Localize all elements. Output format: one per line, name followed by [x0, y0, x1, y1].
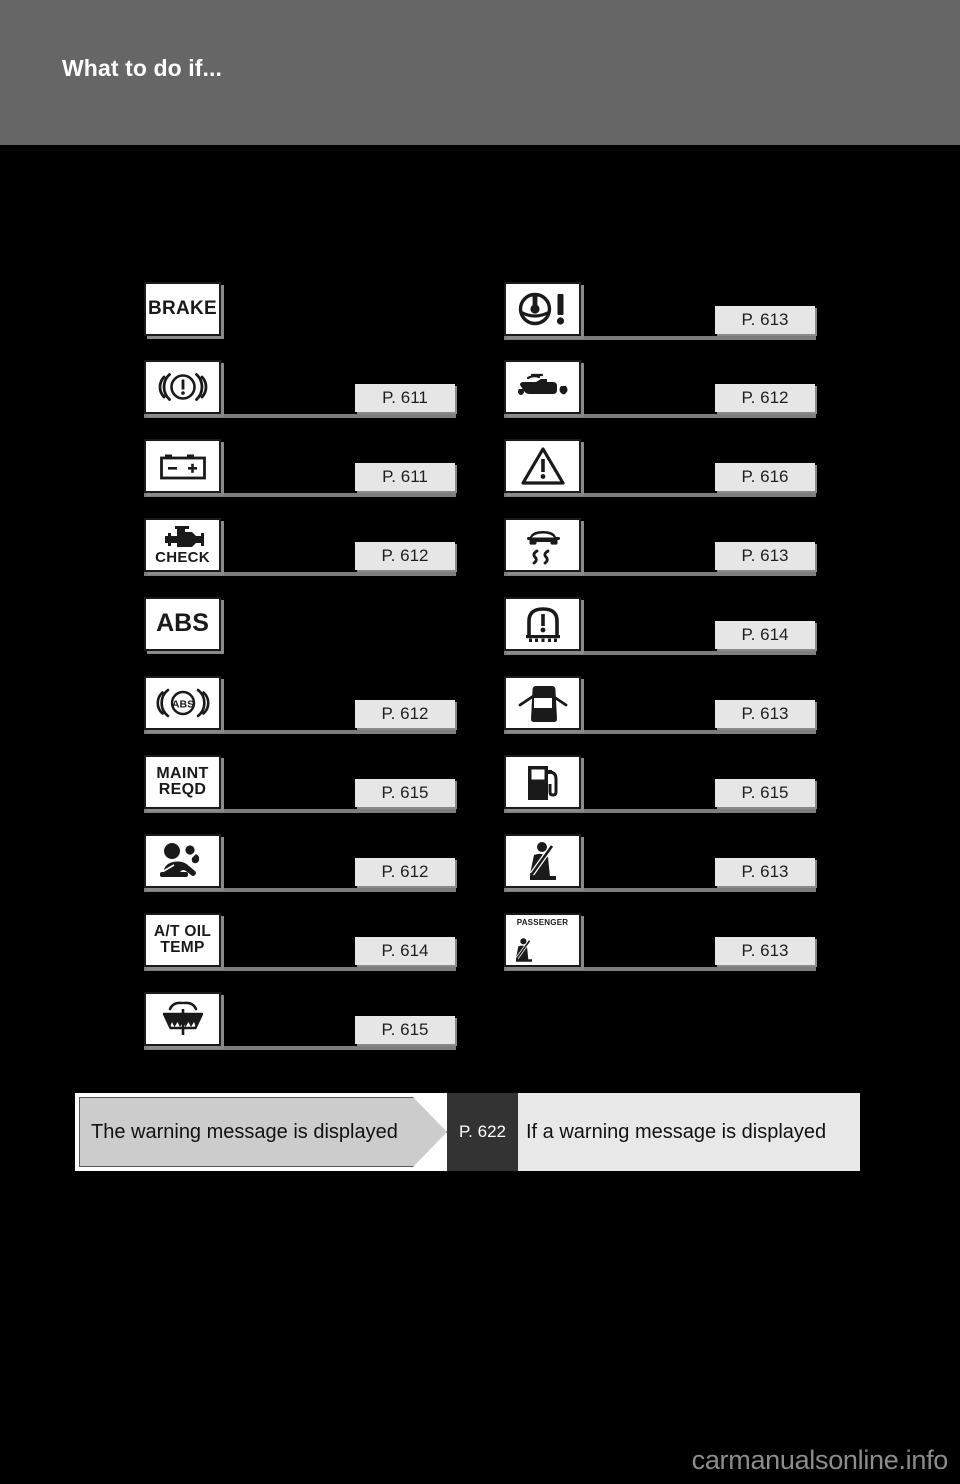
page-reference-tag[interactable]: P. 615 — [355, 1016, 455, 1044]
connector-rule — [144, 414, 456, 418]
maintenance-required-icon: MAINT REQD — [144, 755, 221, 809]
warning-row-abs-text: ABS — [144, 597, 456, 655]
maintenance-required-label: MAINT REQD — [156, 764, 209, 799]
connector-rule — [504, 651, 816, 655]
page-reference-tag[interactable]: P. 613 — [715, 937, 815, 965]
srs-airbag-warning-icon — [144, 834, 221, 888]
warning-row-door-open: P. 613 — [504, 676, 816, 734]
passenger-belt-glyph — [511, 937, 537, 963]
warning-light-grid: BRAKE P. 611 P. 611 CHECK P. 612 ABS ABS… — [0, 0, 960, 1484]
warning-row-low-fuel: P. 615 — [504, 755, 816, 813]
page-reference-tag[interactable]: P. 613 — [715, 542, 815, 570]
at-oil-line-2: TEMP — [160, 939, 205, 956]
connector-rule — [144, 493, 456, 497]
connector-rule — [504, 493, 816, 497]
connector-rule — [504, 572, 816, 576]
seat-belt-reminder-icon — [504, 834, 581, 888]
page-reference-tag[interactable]: P. 613 — [715, 700, 815, 728]
warning-row-at-oil-temp: A/T OIL TEMP P. 614 — [144, 913, 456, 971]
page-reference-tag[interactable]: P. 612 — [355, 542, 455, 570]
connector-rule — [144, 730, 456, 734]
banner-action-label: If a warning message is displayed — [518, 1093, 860, 1171]
banner-page-reference[interactable]: P. 622 — [447, 1093, 518, 1171]
connector-rule — [504, 809, 816, 813]
warning-row-check-engine: CHECK P. 612 — [144, 518, 456, 576]
brake-text-warning-label: BRAKE — [147, 298, 218, 320]
page-reference-tag[interactable]: P. 612 — [715, 384, 815, 412]
warning-row-srs-airbag: P. 612 — [144, 834, 456, 892]
connector-rule — [504, 414, 816, 418]
maint-line-2: REQD — [158, 781, 207, 798]
connector-rule — [504, 730, 816, 734]
passenger-seat-belt-icon: PASSENGER — [504, 913, 581, 967]
connector-rule — [504, 888, 816, 892]
at-oil-temp-warning-icon: A/T OIL TEMP — [144, 913, 221, 967]
page-reference-tag[interactable]: P. 615 — [355, 779, 455, 807]
connector-rule — [144, 1046, 456, 1050]
warning-row-washer-fluid: P. 615 — [144, 992, 456, 1050]
connector-rule — [144, 572, 456, 576]
warning-row-tire-pressure: P. 614 — [504, 597, 816, 655]
washer-fluid-warning-icon — [144, 992, 221, 1046]
page-reference-tag[interactable]: P. 611 — [355, 463, 455, 491]
abs-system-warning-icon: ABS — [144, 676, 221, 730]
page-reference-tag[interactable]: P. 612 — [355, 858, 455, 886]
power-steering-warning-icon — [504, 282, 581, 336]
master-warning-icon — [504, 439, 581, 493]
warning-row-seat-belt: P. 613 — [504, 834, 816, 892]
page-reference-tag[interactable]: P. 613 — [715, 306, 815, 334]
warning-row-power-steering: P. 613 — [504, 282, 816, 340]
page-reference-tag[interactable]: P. 614 — [355, 937, 455, 965]
connector-rule — [144, 888, 456, 892]
check-engine-warning-icon: CHECK — [144, 518, 221, 572]
manual-page: What to do if... BRAKE P. 611 P. 611 CHE… — [0, 0, 960, 1484]
abs-text-warning-label: ABS — [156, 609, 209, 638]
warning-row-battery: P. 611 — [144, 439, 456, 497]
engine-oil-pressure-icon — [504, 360, 581, 414]
tire-pressure-warning-icon — [504, 597, 581, 651]
warning-row-oil-pressure: P. 612 — [504, 360, 816, 418]
warning-row-maint-reqd: MAINT REQD P. 615 — [144, 755, 456, 813]
low-fuel-level-icon — [504, 755, 581, 809]
page-reference-tag[interactable]: P. 612 — [355, 700, 455, 728]
at-oil-temp-label: A/T OIL TEMP — [154, 924, 211, 956]
connector-rule — [504, 336, 816, 340]
abs-text-warning-icon: ABS — [144, 597, 221, 651]
connector-rule — [144, 809, 456, 813]
brake-text-warning-icon: BRAKE — [144, 282, 221, 336]
warning-row-abs-system: ABS P. 612 — [144, 676, 456, 734]
check-engine-label: CHECK — [155, 549, 210, 567]
banner-condition-label: The warning message is displayed — [91, 1120, 398, 1143]
site-watermark: carmanualsonline.info — [691, 1445, 949, 1475]
warning-row-slip-indicator: P. 613 — [504, 518, 816, 576]
battery-charge-warning-icon — [144, 439, 221, 493]
at-oil-line-1: A/T OIL — [153, 923, 212, 941]
page-reference-tag[interactable]: P. 614 — [715, 621, 815, 649]
page-reference-tag[interactable]: P. 611 — [355, 384, 455, 412]
brake-system-warning-icon — [144, 360, 221, 414]
maint-line-1: MAINT — [156, 764, 209, 782]
page-reference-tag[interactable]: P. 615 — [715, 779, 815, 807]
slip-indicator-icon — [504, 518, 581, 572]
page-reference-tag[interactable]: P. 616 — [715, 463, 815, 491]
passenger-label: PASSENGER — [516, 918, 569, 927]
warning-row-master-warning: P. 616 — [504, 439, 816, 497]
warning-row-brake-system: P. 611 — [144, 360, 456, 418]
warning-row-brake-text: BRAKE — [144, 282, 456, 340]
warning-row-passenger-airbag: PASSENGER P. 613 — [504, 913, 816, 971]
page-reference-tag[interactable]: P. 613 — [715, 858, 815, 886]
connector-rule — [504, 967, 816, 971]
banner-condition-arrow: The warning message is displayed — [79, 1097, 447, 1167]
svg-text:ABS: ABS — [171, 699, 193, 711]
connector-rule — [144, 967, 456, 971]
warning-message-banner: The warning message is displayed P. 622 … — [75, 1093, 860, 1171]
door-open-warning-icon — [504, 676, 581, 730]
